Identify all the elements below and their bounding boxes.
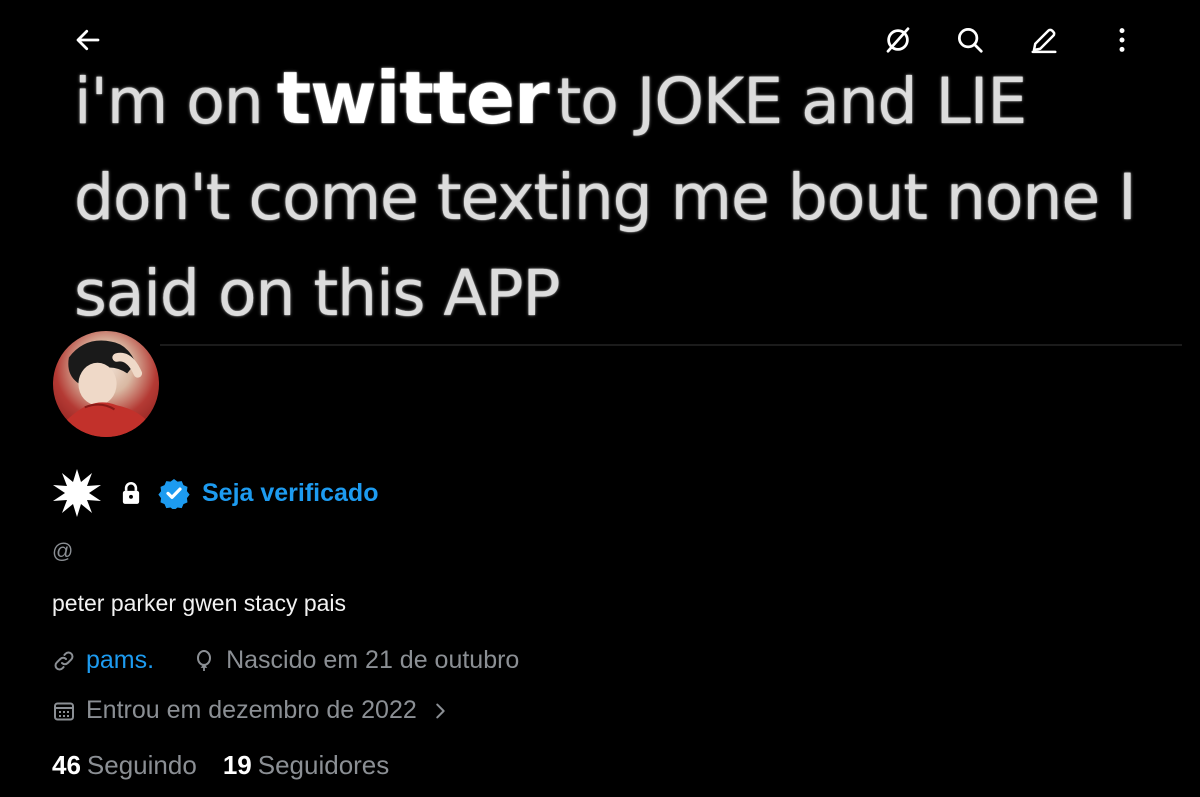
following-label: Seguindo	[86, 750, 197, 780]
follow-stats: 46 Seguindo 19 Seguidores	[52, 750, 389, 781]
profile-birthday: Nascido em 21 de outubro	[226, 646, 520, 674]
back-button[interactable]	[68, 20, 108, 60]
get-verified-link[interactable]: Seja verificado	[202, 479, 378, 508]
verified-badge-icon[interactable]	[158, 477, 190, 509]
more-icon	[1119, 28, 1125, 52]
profile-name-row: Seja verificado	[52, 469, 378, 517]
profile-joined-row[interactable]: Entrou em dezembro de 2022	[52, 696, 451, 725]
link-icon	[54, 651, 74, 670]
lock-icon	[122, 482, 140, 504]
banner-line1-big: twitter	[276, 56, 550, 140]
grok-button[interactable]	[878, 20, 918, 60]
followers-count: 19	[222, 750, 252, 780]
banner-text: i'm on twitter to JOKE and LIE don't come …	[74, 50, 1184, 342]
banner-line2: don't come texting me bout none I	[74, 161, 1137, 234]
profile-website-link[interactable]: pams.	[86, 646, 154, 675]
avatar[interactable]	[50, 328, 162, 440]
profile-bio: peter parker gwen stacy pais	[52, 590, 347, 616]
more-button[interactable]	[1102, 20, 1142, 60]
profile-banner[interactable]: i'm on twitter to JOKE and LIE don't come …	[0, 0, 1200, 346]
back-arrow-icon	[76, 29, 100, 51]
grok-icon	[886, 27, 910, 53]
banner-line1-a: i'm on	[74, 65, 264, 138]
banner-divider	[160, 344, 1182, 346]
avatar-image	[61, 340, 151, 437]
profile-handle: @	[52, 540, 74, 563]
calendar-icon	[54, 702, 74, 720]
followers-label: Seguidores	[257, 750, 390, 780]
search-icon	[958, 28, 983, 53]
followers-link[interactable]: 19 Seguidores	[223, 750, 389, 781]
banner-line3: said on this APP	[74, 257, 561, 330]
banner-line1-b: to JOKE and LIE	[556, 65, 1028, 138]
following-link[interactable]: 46 Seguindo	[52, 750, 197, 781]
starburst-icon	[53, 469, 101, 517]
profile-meta-row: pams. Nascido em 21 de outubro	[52, 646, 519, 675]
balloon-icon	[197, 649, 212, 671]
edit-icon	[1031, 28, 1057, 54]
following-count: 46	[52, 750, 81, 780]
profile-joined-date: Entrou em dezembro de 2022	[86, 696, 417, 724]
search-button[interactable]	[950, 20, 990, 60]
edit-button[interactable]	[1024, 20, 1064, 60]
chevron-right-icon	[436, 703, 445, 718]
